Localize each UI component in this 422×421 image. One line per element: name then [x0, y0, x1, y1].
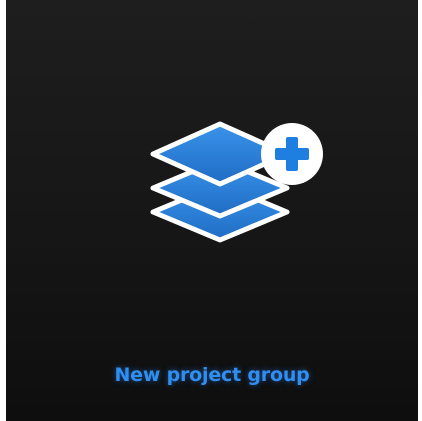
new-project-group-tile[interactable]: New project group: [6, 0, 418, 421]
plus-icon: [261, 123, 323, 185]
tile-label: New project group: [114, 364, 310, 386]
layers-plus-icon: [150, 121, 323, 243]
